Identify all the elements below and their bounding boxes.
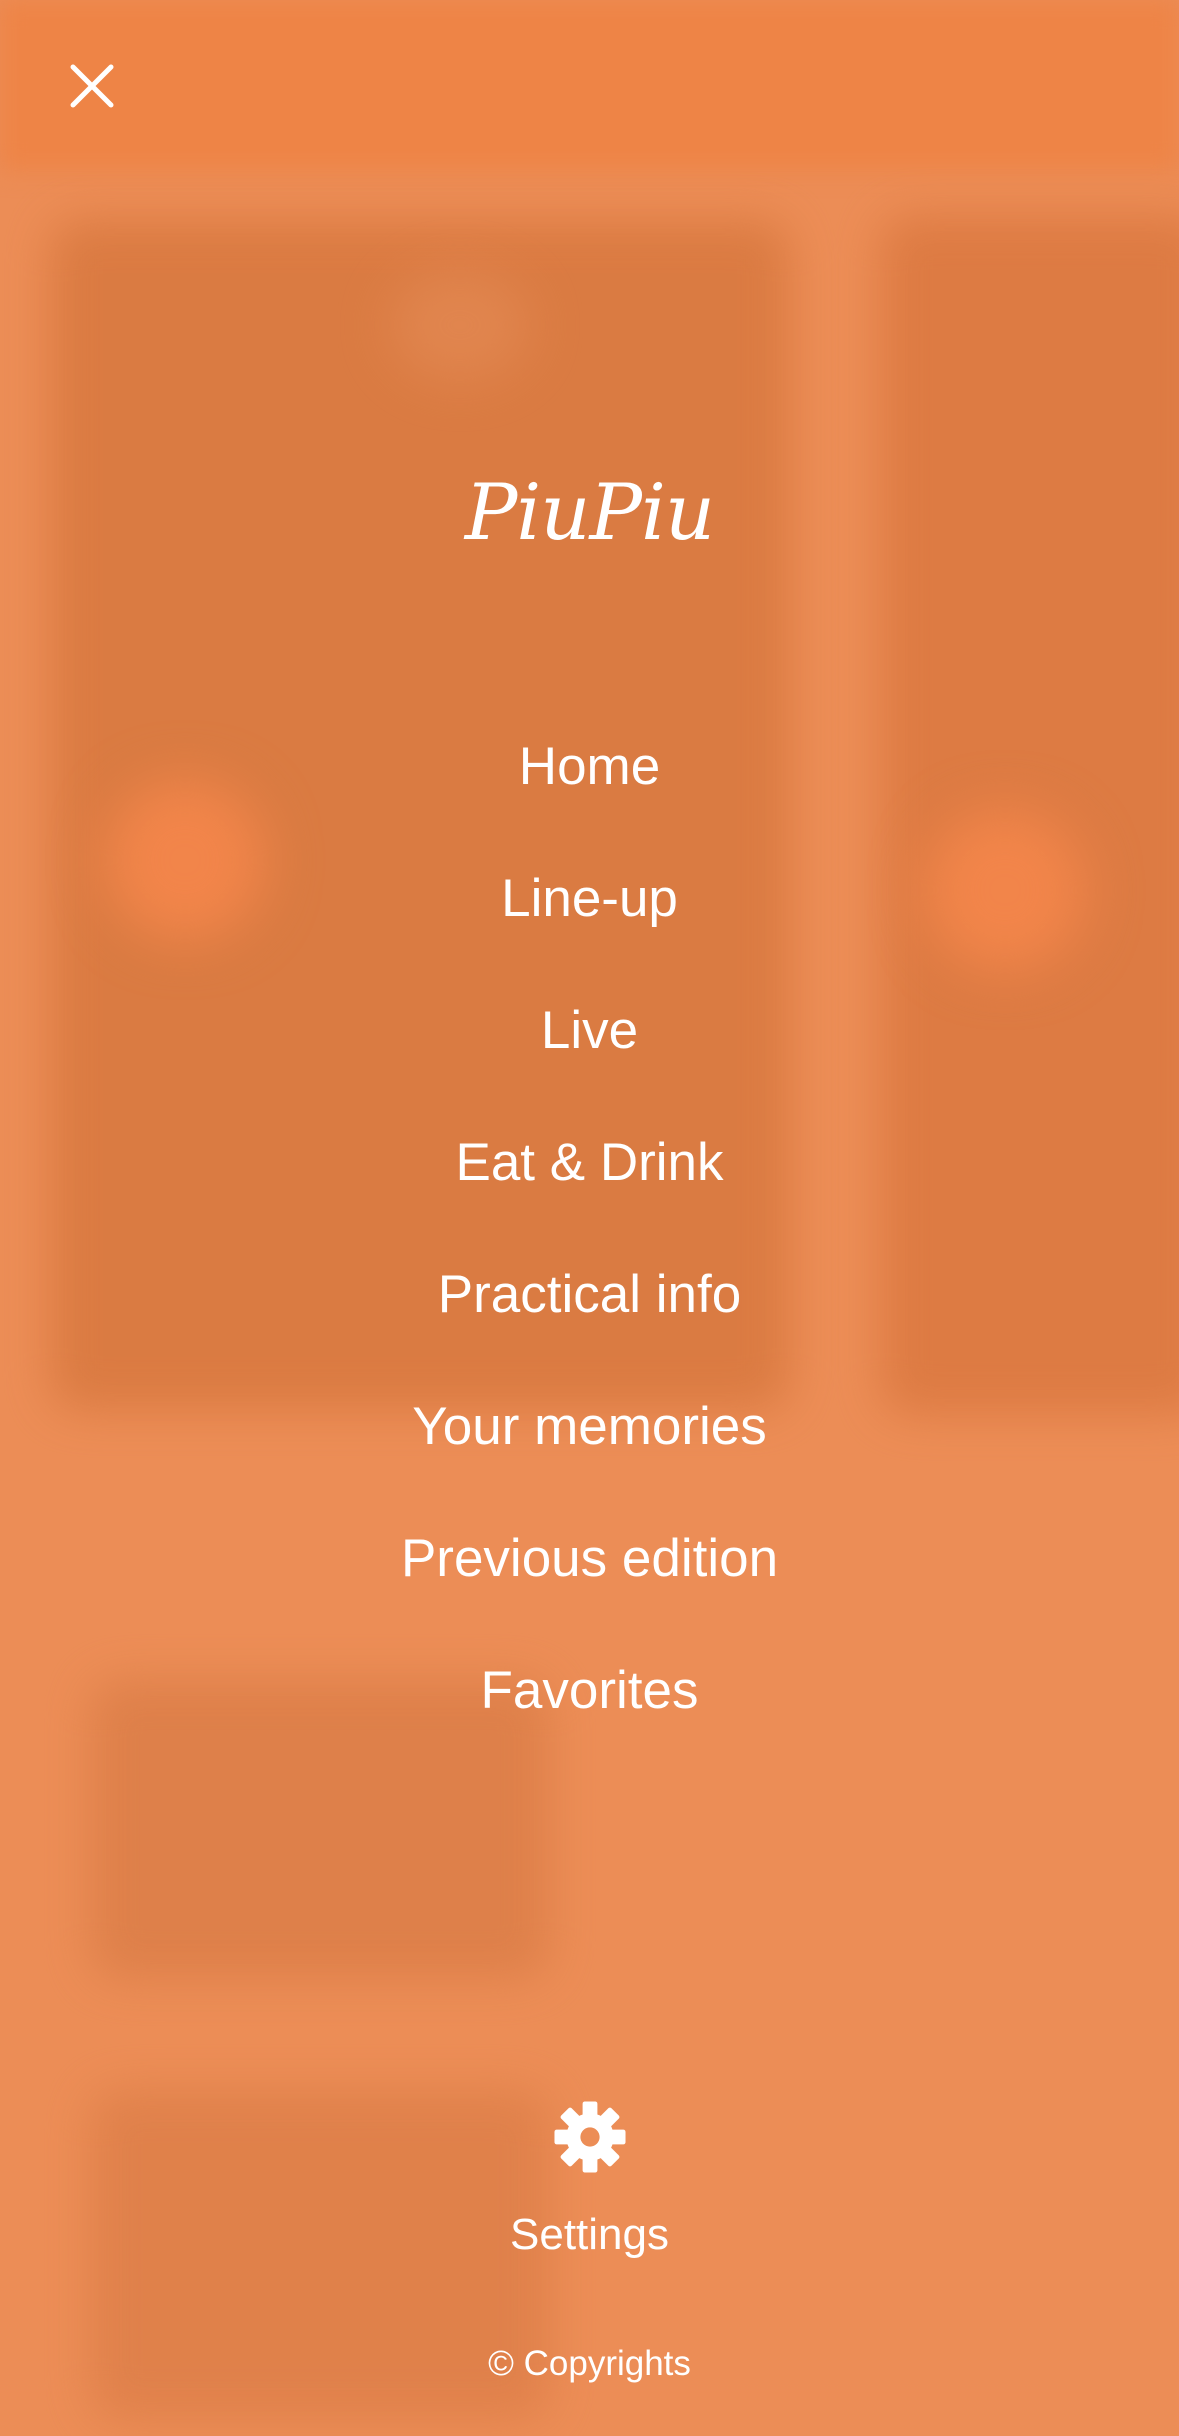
app-logo: PiuPiu xyxy=(464,468,715,558)
menu-item-your-memories[interactable]: Your memories xyxy=(0,1360,1179,1492)
gear-icon xyxy=(553,2101,626,2173)
settings-label: Settings xyxy=(510,2210,669,2259)
close-icon xyxy=(70,64,114,108)
menu-item-line-up[interactable]: Line-up xyxy=(0,832,1179,964)
menu-item-home[interactable]: Home xyxy=(0,700,1179,832)
main-menu: Home Line-up Live Eat & Drink Practical … xyxy=(0,700,1179,1756)
menu-item-favorites[interactable]: Favorites xyxy=(0,1624,1179,1756)
menu-item-live[interactable]: Live xyxy=(0,964,1179,1096)
menu-item-eat-drink[interactable]: Eat & Drink xyxy=(0,1096,1179,1228)
copyright-text: © Copyrights xyxy=(488,2344,691,2383)
menu-item-previous-edition[interactable]: Previous edition xyxy=(0,1492,1179,1624)
navigation-menu-overlay: PiuPiu Home Line-up Live Eat & Drink Pra… xyxy=(0,0,1179,2436)
settings-button[interactable]: Settings xyxy=(0,2100,1179,2260)
close-menu-button[interactable] xyxy=(56,50,128,122)
menu-item-practical-info[interactable]: Practical info xyxy=(0,1228,1179,1360)
